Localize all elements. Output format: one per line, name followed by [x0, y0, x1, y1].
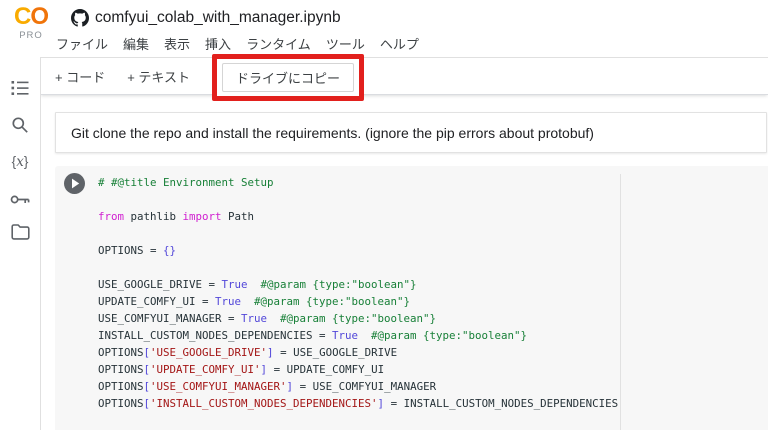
run-cell-button[interactable] — [64, 173, 85, 194]
code-line: OPTIONS['UPDATE_COMFY_UI'] = UPDATE_COMF… — [98, 363, 385, 376]
code-line: USE_GOOGLE_DRIVE = True #@param {type:"b… — [98, 278, 417, 291]
menu-item-view[interactable]: 表示 — [163, 32, 191, 55]
annotation-red-box: ドライブにコピー — [212, 54, 365, 101]
colab-logo-mark: CO — [10, 5, 52, 29]
code-line: OPTIONS['USE_GOOGLE_DRIVE'] = USE_GOOGLE… — [98, 346, 398, 359]
search-icon — [12, 117, 28, 133]
variables-icon: {x} — [11, 154, 29, 170]
sidebar-item-toc[interactable] — [6, 76, 34, 100]
sidebar-item-variables[interactable]: {x} — [6, 150, 34, 174]
code-line: OPTIONS['INSTALL_CUSTOM_NODES_DEPENDENCI… — [98, 397, 619, 410]
form-panel-divider — [620, 174, 621, 430]
code-line: from pathlib import Path — [98, 210, 255, 223]
key-icon — [10, 195, 30, 203]
sidebar-item-search[interactable] — [6, 113, 34, 137]
left-sidebar: {x} — [0, 57, 40, 430]
code-cell[interactable]: # #@title Environment Setup from pathlib … — [55, 166, 768, 430]
code-line: INSTALL_CUSTOM_NODES_DEPENDENCIES = True… — [98, 329, 528, 342]
sidebar-item-files[interactable] — [6, 220, 34, 244]
folder-icon — [10, 224, 30, 240]
table-of-contents-icon — [11, 81, 29, 95]
sidebar-item-secrets[interactable] — [6, 187, 34, 211]
markdown-cell[interactable]: Git clone the repo and install the requi… — [55, 112, 767, 153]
menu-item-runtime[interactable]: ランタイム — [245, 32, 312, 55]
code-editor[interactable]: # #@title Environment Setup from pathlib … — [98, 174, 618, 412]
markdown-cell-text: Git clone the repo and install the requi… — [71, 124, 594, 141]
notebook-title[interactable]: comfyui_colab_with_manager.ipynb — [95, 9, 341, 27]
code-line: OPTIONS = {} — [98, 244, 177, 257]
menu-item-tools[interactable]: ツール — [325, 32, 366, 55]
logo-letter-c: C — [13, 3, 31, 30]
menu-item-insert[interactable]: 挿入 — [204, 32, 232, 55]
code-line: OPTIONS['USE_COMFYUI_MANAGER'] = USE_COM… — [98, 380, 437, 393]
code-line: USE_COMFYUI_MANAGER = True #@param {type… — [98, 312, 437, 325]
menu-item-help[interactable]: ヘルプ — [379, 32, 420, 55]
logo-letter-o: O — [30, 3, 49, 30]
colab-window: CO PRO comfyui_colab_with_manager.ipynb … — [0, 0, 768, 430]
menu-item-edit[interactable]: 編集 — [122, 32, 150, 55]
copy-to-drive-button[interactable]: ドライブにコピー — [222, 63, 355, 92]
cell-toolbar: + コード + テキスト — [40, 57, 768, 95]
add-code-button[interactable]: + コード — [55, 67, 105, 86]
code-line: UPDATE_COMFY_UI = True #@param {type:"bo… — [98, 295, 411, 308]
code-line: # #@title Environment Setup — [98, 176, 274, 189]
add-text-button[interactable]: + テキスト — [127, 67, 190, 86]
menubar: ファイル 編集 表示 挿入 ランタイム ツール ヘルプ — [55, 33, 420, 53]
menu-item-file[interactable]: ファイル — [55, 32, 109, 55]
pro-badge: PRO — [19, 30, 43, 41]
colab-pro-logo[interactable]: CO PRO — [10, 5, 52, 42]
sidebar-divider — [40, 57, 41, 430]
play-icon — [72, 178, 80, 189]
github-icon[interactable] — [71, 9, 89, 27]
